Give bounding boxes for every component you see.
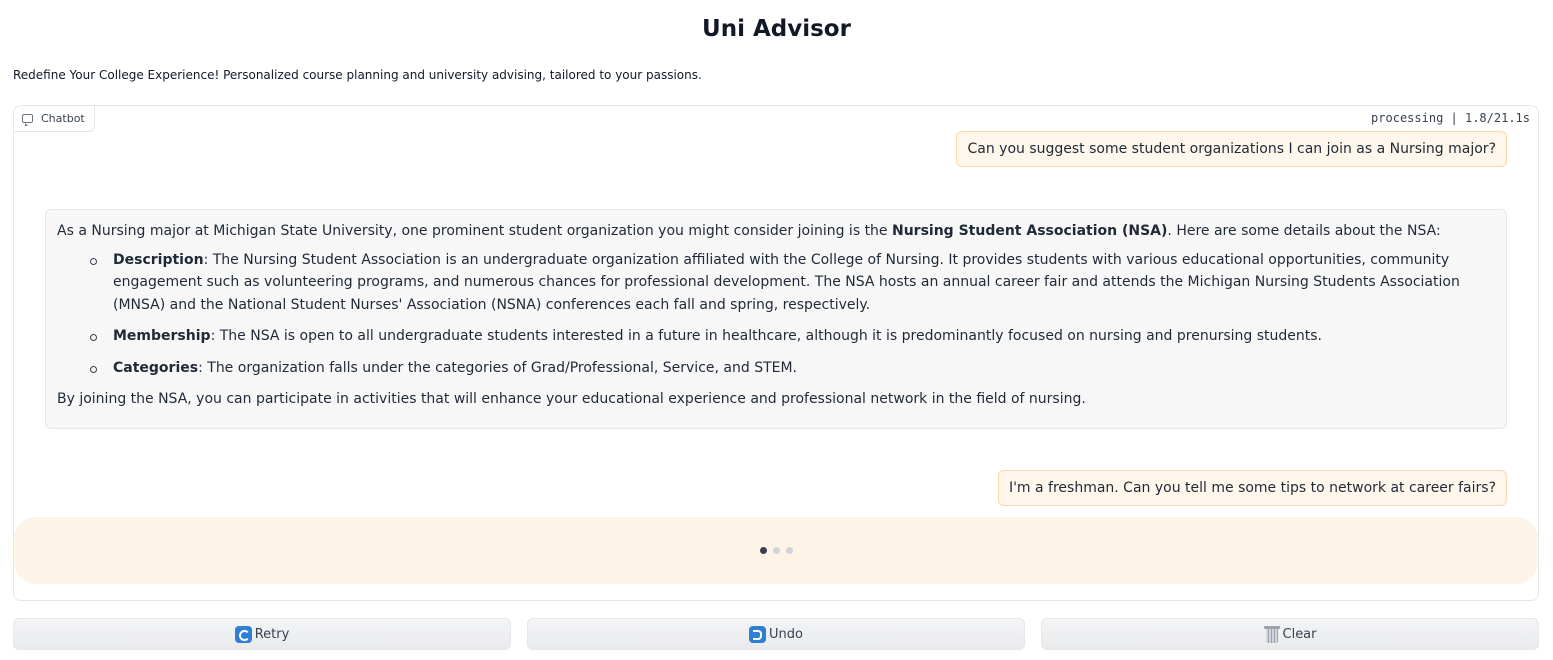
bot-message-intro: As a Nursing major at Michigan State Uni… (57, 220, 1495, 243)
intro-text-end: . Here are some details about the NSA: (1167, 223, 1441, 239)
list-item-term: Membership (113, 328, 211, 344)
chatbot-label-text: Chatbot (41, 112, 85, 125)
trash-icon (1263, 625, 1280, 643)
list-item-membership: Membership: The NSA is open to all under… (90, 325, 1495, 348)
processing-status: processing | 1.8/21.1s (1371, 111, 1530, 125)
clear-button[interactable]: Clear (1041, 618, 1539, 650)
page-subtitle: Redefine Your College Experience! Person… (13, 68, 702, 82)
chat-bubble-icon (22, 114, 33, 126)
chatbot-label: Chatbot (14, 106, 95, 132)
user-message-text: I'm a freshman. Can you tell me some tip… (1008, 480, 1496, 496)
retry-button[interactable]: Retry (13, 618, 511, 650)
undo-button[interactable]: Undo (527, 618, 1025, 650)
list-item-term: Description (113, 251, 204, 268)
list-item-categories: Categories: The organization falls under… (90, 357, 1495, 380)
retry-button-label: Retry (254, 626, 290, 642)
undo-icon (749, 625, 767, 643)
list-item-description: Description: The Nursing Student Associa… (90, 249, 1495, 317)
intro-bold-text: Nursing Student Association (NSA) (892, 223, 1168, 239)
bot-message: As a Nursing major at Michigan State Uni… (45, 209, 1507, 429)
user-message-text: Can you suggest some student organizatio… (967, 141, 1496, 157)
loading-dot (772, 547, 780, 554)
retry-icon (234, 625, 252, 643)
clear-button-label: Clear (1282, 626, 1317, 642)
loading-dot (785, 547, 793, 554)
pending-response (14, 517, 1538, 584)
list-item-text: : The NSA is open to all undergraduate s… (210, 328, 1322, 344)
bot-message-list: Description: The Nursing Student Associa… (57, 249, 1495, 380)
list-item-text: : The Nursing Student Association is an … (113, 251, 1460, 313)
list-item-term: Categories (113, 359, 199, 376)
page-title: Uni Advisor (702, 16, 851, 42)
loading-dot (759, 547, 767, 554)
user-message: Can you suggest some student organizatio… (956, 131, 1507, 167)
bot-message-closing: By joining the NSA, you can participate … (57, 391, 1086, 407)
list-item-text: : The organization falls under the categ… (198, 359, 798, 376)
undo-button-label: Undo (769, 626, 803, 642)
user-message: I'm a freshman. Can you tell me some tip… (997, 470, 1507, 506)
intro-text: As a Nursing major at Michigan State Uni… (57, 223, 892, 239)
chatbot-panel: Chatbot processing | 1.8/21.1s Can you s… (13, 105, 1539, 601)
